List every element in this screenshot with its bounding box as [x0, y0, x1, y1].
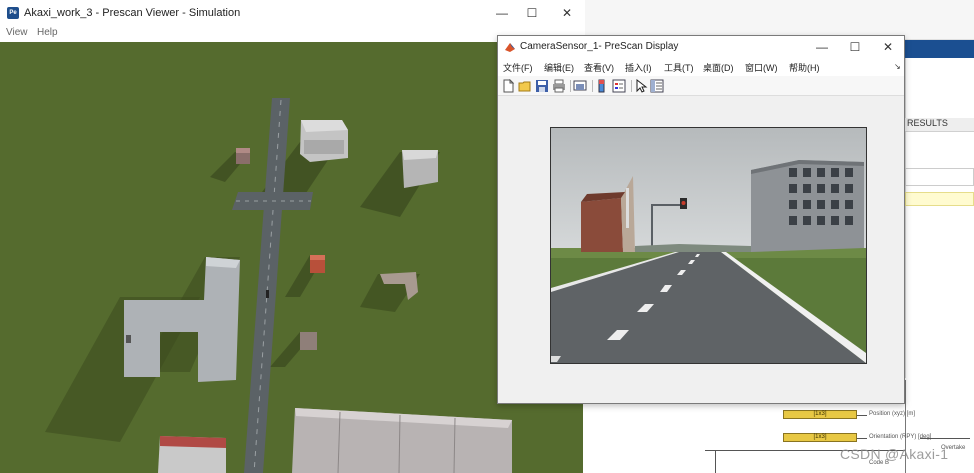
menu-expand-icon[interactable]: ↘	[894, 62, 901, 71]
scene-render	[0, 42, 583, 473]
minimize-icon[interactable]: —	[492, 4, 512, 22]
minimize-icon[interactable]: —	[812, 38, 832, 56]
menu-insert[interactable]: 插入(I)	[625, 61, 652, 74]
background-input-field[interactable]	[905, 168, 974, 186]
prescan-app-icon: Pe	[7, 7, 19, 19]
results-section-label: RESULTS	[905, 118, 974, 132]
new-file-icon[interactable]	[501, 79, 515, 93]
menu-edit[interactable]: 编辑(E)	[544, 61, 574, 74]
camera-toolbar	[498, 76, 904, 96]
diagram-port-label-orientation: Orientation (RPY) [deg]	[869, 434, 932, 440]
background-highlight-row	[905, 192, 974, 206]
viewer-window-title: Akaxi_work_3 - Prescan Viewer - Simulati…	[24, 7, 241, 19]
close-icon[interactable]: ✕	[557, 4, 577, 22]
save-icon[interactable]	[535, 79, 549, 93]
diagram-wire	[857, 438, 867, 439]
diagram-wire	[715, 450, 716, 473]
figure-canvas[interactable]	[498, 97, 904, 403]
link-plot-icon[interactable]	[573, 79, 587, 93]
close-icon[interactable]: ✕	[878, 38, 898, 56]
maximize-icon[interactable]: ☐	[522, 4, 542, 22]
background-header-band	[905, 40, 974, 58]
background-toolstrip	[575, 0, 974, 40]
insert-colorbar-icon[interactable]	[595, 79, 609, 93]
viewer-title-bar[interactable]: Pe Akaxi_work_3 - Prescan Viewer - Simul…	[0, 0, 585, 26]
menu-tools[interactable]: 工具(T)	[664, 61, 694, 74]
background-pane-divider	[905, 58, 906, 378]
camera-window-title: CameraSensor_1- PreScan Display	[520, 41, 679, 52]
insert-legend-icon[interactable]	[612, 79, 626, 93]
maximize-icon[interactable]: ☐	[845, 38, 865, 56]
menu-help[interactable]: Help	[37, 27, 58, 38]
toolbar-separator	[631, 80, 632, 92]
diagram-wire	[920, 438, 970, 439]
menu-help[interactable]: 帮助(H)	[789, 61, 820, 74]
csdn-watermark: CSDN @Akaxi-1	[840, 446, 949, 462]
camera-title-bar[interactable]: CameraSensor_1- PreScan Display — ☐ ✕	[498, 36, 904, 58]
menu-view[interactable]: 查看(V)	[584, 61, 614, 74]
menu-file[interactable]: 文件(F)	[503, 61, 533, 74]
diagram-wire	[857, 415, 867, 416]
toolbar-separator	[592, 80, 593, 92]
camera-menu-bar: 文件(F) 编辑(E) 查看(V) 插入(I) 工具(T) 桌面(D) 窗口(W…	[498, 58, 904, 76]
diagram-block-position[interactable]: [1x3]	[783, 410, 857, 419]
toolbar-separator	[570, 80, 571, 92]
print-icon[interactable]	[552, 79, 566, 93]
property-inspector-icon[interactable]	[650, 79, 664, 93]
menu-view[interactable]: View	[6, 27, 28, 38]
matlab-figure-icon	[505, 43, 515, 52]
simulation-3d-scene[interactable]	[0, 42, 583, 473]
open-folder-icon[interactable]	[518, 79, 532, 93]
camera-render	[551, 128, 866, 363]
menu-desktop[interactable]: 桌面(D)	[703, 61, 734, 74]
camera-image[interactable]	[550, 127, 867, 364]
diagram-port-label-position: Position (xyz) [m]	[869, 411, 916, 417]
camera-display-window: CameraSensor_1- PreScan Display — ☐ ✕ 文件…	[497, 35, 905, 404]
pointer-icon[interactable]	[634, 79, 648, 93]
desktop: RESULTS [1x3] Position (xyz) [m] [1x3] O…	[0, 0, 974, 473]
menu-window[interactable]: 窗口(W)	[745, 61, 778, 74]
diagram-block-orientation[interactable]: [1x3]	[783, 433, 857, 442]
